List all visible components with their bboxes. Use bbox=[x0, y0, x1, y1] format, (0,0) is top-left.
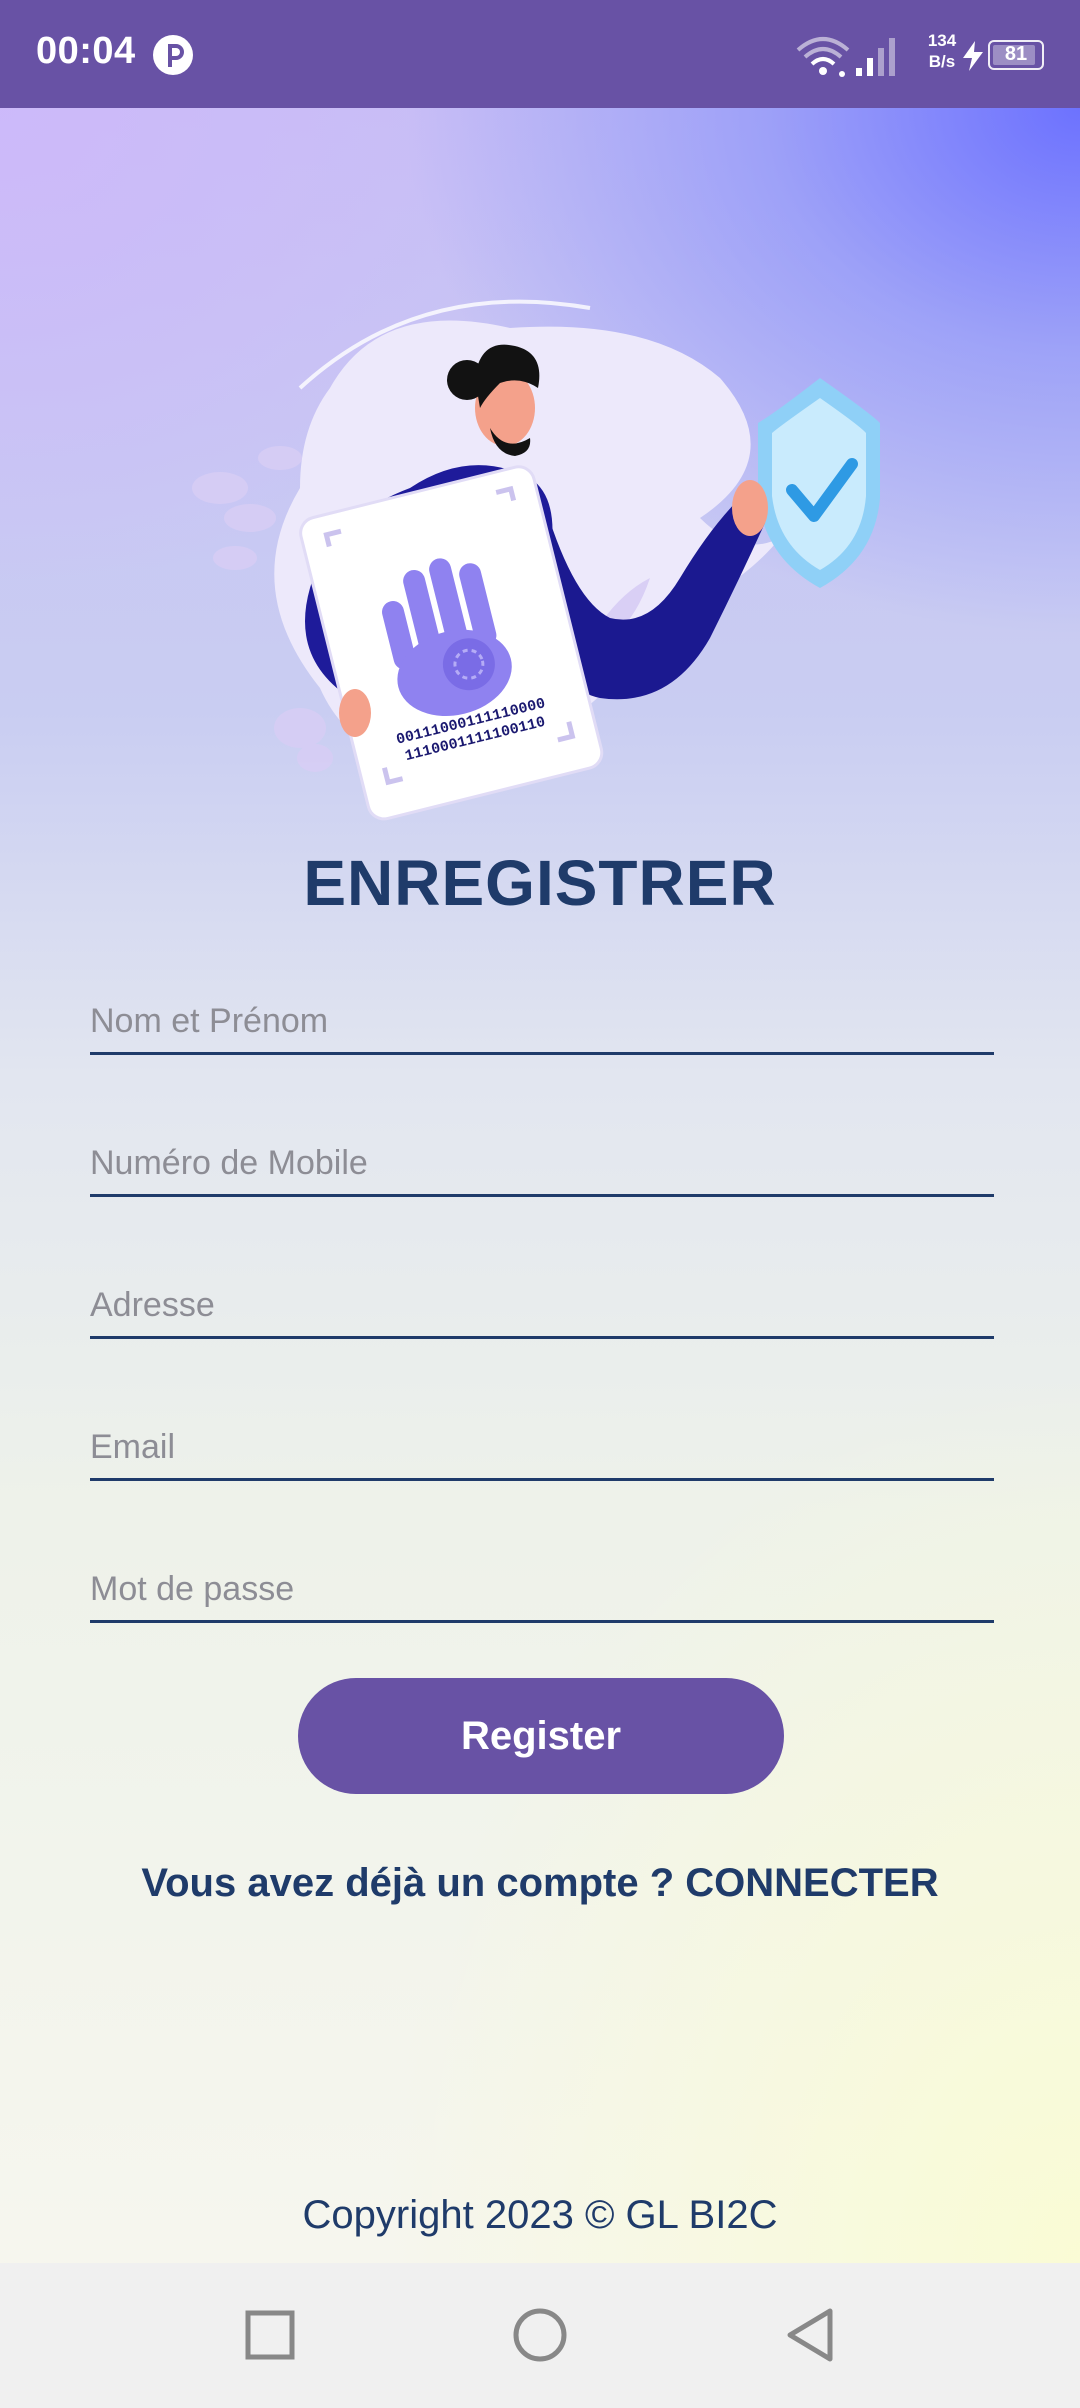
address-input[interactable] bbox=[90, 1274, 994, 1336]
wifi-icon bbox=[796, 37, 850, 77]
status-bar: 00:04 134 B/s 81 bbox=[0, 0, 1080, 108]
full-name-field[interactable] bbox=[90, 990, 994, 1055]
register-screen: 00111000111110000 1110001111100110 ENREG… bbox=[0, 108, 1080, 2263]
password-input[interactable] bbox=[90, 1558, 994, 1620]
mobile-number-field[interactable] bbox=[90, 1132, 994, 1197]
battery-icon: 81 bbox=[988, 40, 1044, 70]
register-button[interactable]: Register bbox=[298, 1678, 784, 1794]
login-link[interactable]: Vous avez déjà un compte ? CONNECTER bbox=[0, 1861, 1080, 1906]
home-circle-icon[interactable] bbox=[510, 2305, 570, 2365]
address-field[interactable] bbox=[90, 1274, 994, 1339]
shield-check-icon bbox=[758, 378, 880, 588]
signal-icon bbox=[856, 38, 895, 76]
charging-bolt-icon bbox=[963, 41, 983, 71]
hero-illustration: 00111000111110000 1110001111100110 bbox=[192, 299, 880, 821]
status-time: 00:04 bbox=[36, 30, 136, 72]
recents-square-icon[interactable] bbox=[240, 2305, 300, 2365]
password-field[interactable] bbox=[90, 1558, 994, 1623]
mobile-number-input[interactable] bbox=[90, 1132, 994, 1194]
system-nav-bar bbox=[0, 2263, 1080, 2408]
copyright-text: Copyright 2023 © GL BI2C bbox=[302, 2193, 778, 2237]
back-triangle-icon[interactable] bbox=[780, 2305, 840, 2365]
email-input[interactable] bbox=[90, 1416, 994, 1478]
full-name-input[interactable] bbox=[90, 990, 994, 1052]
page-title: ENREGISTRER bbox=[303, 847, 777, 919]
battery-level: 81 bbox=[1004, 43, 1028, 65]
email-field[interactable] bbox=[90, 1416, 994, 1481]
app-notification-icon bbox=[153, 35, 193, 75]
